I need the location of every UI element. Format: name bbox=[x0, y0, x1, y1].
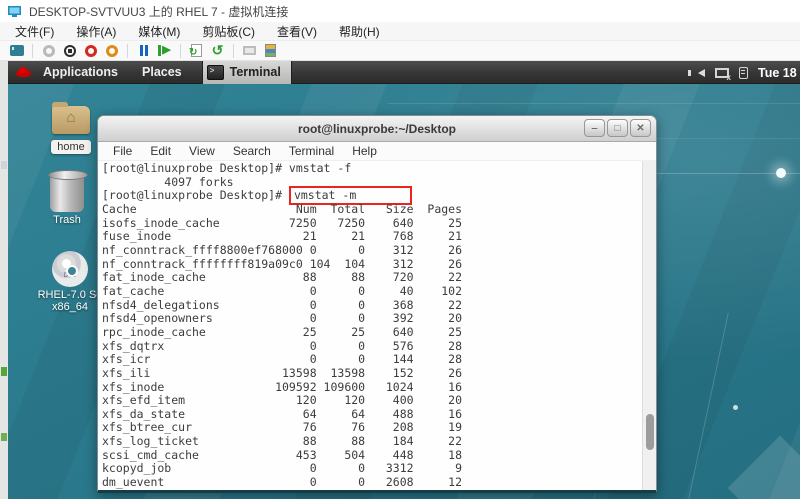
dvd-icon-label-line2: x86_64 bbox=[51, 301, 89, 313]
home-icon-label: home bbox=[51, 140, 91, 154]
taskbar-terminal-button[interactable]: Terminal bbox=[201, 61, 292, 84]
vm-window-title: DESKTOP-SVTVUU3 上的 RHEL 7 - 虚拟机连接 bbox=[29, 4, 289, 19]
shut-down-icon[interactable] bbox=[82, 43, 99, 59]
terminal-window: root@linuxprobe:~/Desktop ‒ □ ✕ File Edit… bbox=[97, 115, 657, 493]
gnome-top-bar: Applications Places Terminal Tue 18 bbox=[8, 61, 800, 84]
vm-connection-titlebar: DESKTOP-SVTVUU3 上的 RHEL 7 - 虚拟机连接 bbox=[0, 0, 800, 22]
applications-menu[interactable]: Applications bbox=[31, 65, 130, 79]
terminal-window-controls: ‒ □ ✕ bbox=[584, 119, 651, 137]
wallpaper-line bbox=[388, 103, 800, 104]
toolbar-separator bbox=[127, 43, 128, 58]
trash-icon-label: Trash bbox=[53, 214, 81, 226]
pause-icon[interactable] bbox=[135, 43, 152, 59]
wallpaper-arrow bbox=[727, 435, 800, 499]
screen: DESKTOP-SVTVUU3 上的 RHEL 7 - 虚拟机连接 文件(F) 操… bbox=[0, 0, 800, 499]
wallpaper-dot bbox=[733, 405, 738, 410]
checkpoint-icon[interactable]: ↻ bbox=[188, 43, 205, 59]
vm-menu-item[interactable]: 媒体(M) bbox=[127, 23, 191, 40]
terminal-menu-item[interactable]: Edit bbox=[141, 144, 180, 158]
redhat-logo-icon[interactable] bbox=[16, 66, 31, 78]
vm-menu-item[interactable]: 操作(A) bbox=[65, 23, 127, 40]
toolbar-separator bbox=[233, 43, 234, 58]
terminal-output: [root@linuxprobe Desktop]# vmstat -f 409… bbox=[102, 162, 640, 490]
notes-icon[interactable] bbox=[739, 66, 748, 79]
dvd-disc-text: DVD bbox=[63, 273, 77, 279]
host-icon-fragment bbox=[1, 161, 7, 169]
minimize-button[interactable]: ‒ bbox=[584, 119, 605, 137]
terminal-menu-item[interactable]: View bbox=[180, 144, 224, 158]
dvd-disc-icon: DVD bbox=[52, 251, 88, 287]
terminal-menu-item[interactable]: File bbox=[104, 144, 141, 158]
host-icon-fragment bbox=[1, 433, 7, 441]
resume-icon[interactable]: ▶ bbox=[156, 43, 173, 59]
vm-menu-item[interactable]: 查看(V) bbox=[266, 23, 328, 40]
terminal-titlebar[interactable]: root@linuxprobe:~/Desktop ‒ □ ✕ bbox=[98, 116, 656, 142]
wallpaper-dot bbox=[776, 168, 786, 178]
save-icon[interactable] bbox=[103, 43, 120, 59]
places-menu[interactable]: Places bbox=[130, 65, 194, 79]
vm-menu-item[interactable]: 剪贴板(C) bbox=[191, 23, 266, 40]
home-folder-icon: ⌂ bbox=[52, 102, 90, 134]
terminal-scrollbar[interactable] bbox=[642, 161, 656, 490]
vm-menu-item[interactable]: 帮助(H) bbox=[328, 23, 391, 40]
enhanced-session-icon[interactable] bbox=[262, 43, 279, 59]
revert-icon[interactable]: ↺ bbox=[209, 42, 226, 59]
vm-menu-item[interactable]: 文件(F) bbox=[4, 23, 65, 40]
toolbar-separator bbox=[180, 43, 181, 58]
host-icon-fragment bbox=[1, 367, 7, 376]
trash-icon bbox=[48, 170, 88, 212]
close-button[interactable]: ✕ bbox=[630, 119, 651, 137]
maximize-button[interactable]: □ bbox=[607, 119, 628, 137]
dual-monitor-icon[interactable] bbox=[241, 43, 258, 59]
desktop-icon-home[interactable]: ⌂ home bbox=[38, 102, 104, 154]
terminal-title: root@linuxprobe:~/Desktop bbox=[297, 122, 457, 136]
start-icon[interactable] bbox=[40, 43, 57, 59]
terminal-menu-item[interactable]: Search bbox=[224, 144, 280, 158]
terminal-menu-item[interactable]: Terminal bbox=[280, 144, 343, 158]
desktop-icon-rhel-dvd[interactable]: DVD RHEL-7.0 Se x86_64 bbox=[34, 251, 106, 313]
terminal-icon bbox=[206, 64, 224, 80]
vm-toolbar: ▶ ↻ ↺ bbox=[0, 41, 800, 61]
taskbar-terminal-label: Terminal bbox=[229, 65, 281, 79]
toolbar-separator bbox=[32, 43, 33, 58]
wallpaper-line bbox=[688, 312, 729, 499]
ctrl-alt-del-icon[interactable] bbox=[8, 43, 25, 59]
terminal-menu-bar: File Edit View Search Terminal Help bbox=[98, 142, 656, 161]
terminal-menu-item[interactable]: Help bbox=[343, 144, 386, 158]
dvd-icon-label-line1: RHEL-7.0 Se bbox=[37, 289, 103, 301]
system-tray: Tue 18 bbox=[688, 61, 800, 84]
terminal-scrollbar-thumb[interactable] bbox=[646, 414, 654, 450]
clock-label[interactable]: Tue 18 bbox=[758, 66, 800, 80]
network-icon[interactable] bbox=[715, 67, 731, 82]
hyperv-window-icon bbox=[8, 5, 21, 17]
vm-desktop: Applications Places Terminal Tue 18 ⌂ ho… bbox=[8, 61, 800, 499]
terminal-text-after: Cache Num Total Size Pages isofs_inode_c… bbox=[102, 201, 463, 490]
terminal-body[interactable]: [root@linuxprobe Desktop]# vmstat -f 409… bbox=[98, 161, 656, 490]
host-desktop-strip bbox=[0, 61, 8, 499]
vm-menu-bar: 文件(F) 操作(A) 媒体(M) 剪贴板(C) 查看(V) 帮助(H) bbox=[0, 22, 800, 41]
volume-icon[interactable] bbox=[688, 68, 705, 77]
turn-off-icon[interactable] bbox=[61, 43, 78, 59]
desktop-icon-trash[interactable]: Trash bbox=[34, 170, 100, 226]
